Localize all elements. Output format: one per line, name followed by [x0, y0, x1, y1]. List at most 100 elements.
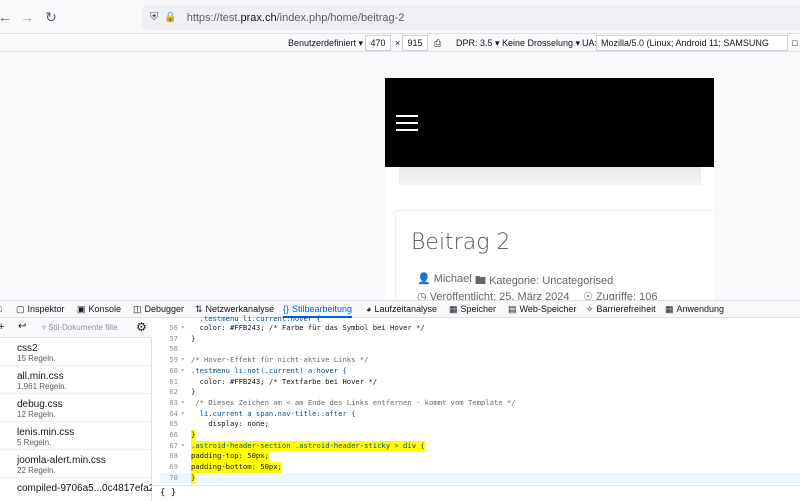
filter-placeholder: Stil-Dokumente filte: [48, 323, 118, 332]
sheet-rules: 5 Regeln.: [17, 438, 52, 447]
code-text: padding-top: 50px;: [191, 451, 269, 463]
line-number: 57: [169, 333, 178, 343]
code-line: 64 ▾ li.current a span.nav-title::after {: [160, 409, 800, 420]
filter-input[interactable]: ▿ Stil-Dokumente filte: [42, 323, 118, 332]
user-icon: 👤: [417, 273, 431, 285]
menu-icon[interactable]: [396, 115, 418, 131]
code-line: 63 ▾ /* Dieses Zeichen am < am Ende des L…: [160, 398, 800, 409]
fold-icon[interactable]: ▾: [181, 366, 185, 377]
code-text: /* Dieses Zeichen am < am Ende des Links…: [191, 397, 516, 407]
fold-icon[interactable]: ▾: [181, 355, 185, 366]
category: Kategorie: Uncategorised: [489, 275, 614, 287]
tab-inspector[interactable]: ▢ Inspektor: [16, 301, 65, 318]
url-path: /index.php/home/beitrag-2: [276, 11, 405, 24]
sheet-rules: 12 Regeln.: [17, 410, 56, 419]
sheet-rules: 1.961 Regeln.: [17, 382, 67, 391]
stylesheet-list: css2 15 Regeln. all.min.css 1.961 Regeln…: [0, 338, 152, 501]
code-text: }: [191, 472, 196, 484]
fold-icon[interactable]: ▾: [181, 409, 185, 420]
pick-element-icon[interactable]: □: [0, 301, 1, 318]
code-line: 57}: [160, 334, 800, 345]
reload-icon[interactable]: ↻: [40, 6, 62, 28]
code-editor[interactable]: .testmenu li.current:hover { 56 ▾ color: …: [160, 314, 800, 485]
width-input[interactable]: 470: [365, 35, 391, 51]
line-number: 62: [169, 387, 178, 397]
sheet-item[interactable]: all.min.css 1.961 Regeln.: [0, 368, 152, 394]
touch-icon[interactable]: □: [792, 36, 797, 50]
line-number: 58: [169, 344, 178, 354]
code-text: .astroid-header-section .astroid-header-…: [191, 440, 425, 452]
url-bar[interactable]: ⛨ 🔒 https://test.prax.ch/index.php/home/…: [142, 5, 800, 30]
code-text: color: #FFB243; /* Textfarbe bei Hover *…: [191, 376, 378, 386]
sidebar-toolbar: + ↩ ▿ Stil-Dokumente filte ⚙: [0, 318, 152, 338]
url-domain: prax.ch: [240, 11, 277, 24]
sheet-name: css2: [17, 343, 38, 354]
fold-icon[interactable]: ▾: [181, 398, 185, 409]
new-sheet-icon[interactable]: +: [0, 321, 4, 333]
shield-icon[interactable]: ⛨: [150, 11, 158, 24]
sheet-item[interactable]: lenis.min.css 5 Regeln.: [0, 424, 152, 450]
code-text: .testmenu li:not(.current) a:hover {: [191, 365, 347, 375]
ua-input[interactable]: Mozilla/5.0 (Linux; Android 11; SAMSUNG …: [596, 35, 788, 62]
line-number: 66: [169, 430, 178, 439]
sheet-item[interactable]: compiled-9706a5...0c4817efa2.css: [0, 480, 152, 501]
forward-icon[interactable]: →: [16, 6, 38, 28]
published-meta: ◷ Veröffentlicht: 25. März 2024: [417, 290, 570, 300]
tab-label: Inspektor: [27, 304, 65, 314]
sheet-rules: 15 Regeln.: [17, 354, 56, 363]
article-title: Beitrag 2: [411, 230, 511, 255]
console-icon: ▣: [77, 304, 86, 314]
line-number: 59: [169, 355, 178, 365]
hits-meta: ☉ Zugriffe: 106: [583, 290, 658, 300]
line-number: 67: [169, 440, 178, 450]
line-number: 65: [169, 419, 178, 429]
height-input[interactable]: 915: [402, 35, 428, 51]
sheet-item[interactable]: css2 15 Regeln.: [0, 340, 152, 366]
lock-icon[interactable]: 🔒: [164, 12, 176, 23]
sheet-item[interactable]: debug.css 12 Regeln.: [0, 396, 152, 422]
responsive-toolbar: Benutzerdefiniert ▾ 470 × 915 ⎙ DPR: 3.5…: [0, 34, 800, 62]
dpr-selector[interactable]: DPR: 3.5 ▾: [456, 36, 500, 50]
back-icon[interactable]: ←: [0, 6, 16, 28]
code-line: 60 ▾ .testmenu li:not(.current) a:hover {: [160, 366, 800, 377]
folder-icon: 🖿: [475, 275, 486, 287]
line-number: 63: [169, 397, 178, 407]
rotate-icon[interactable]: ⎙: [434, 36, 441, 50]
pretty-print-button[interactable]: { }: [152, 485, 800, 501]
device-viewport: Beitrag 2 👤 Michael 🖿 Kategorie: Uncateg…: [385, 78, 714, 300]
url-text: https://test.prax.ch/index.php/home/beit…: [187, 12, 405, 24]
tab-label: Stilbearbeitung: [292, 304, 353, 314]
hits: Zugriffe: 106: [595, 291, 658, 300]
device-selector[interactable]: Benutzerdefiniert ▾: [288, 36, 363, 50]
sheet-name: all.min.css: [17, 371, 64, 382]
code-line: 68 padding-top: 50px;: [160, 451, 800, 463]
tab-label: Netzwerkanalyse: [205, 304, 275, 314]
code-text: }: [191, 333, 196, 343]
code-text: /* Hover-Effekt für nicht-aktive Links *…: [191, 355, 369, 365]
site-header: [385, 78, 714, 167]
code-text: padding-bottom: 50px;: [191, 462, 282, 473]
sheet-name: lenis.min.css: [17, 427, 75, 438]
code-line-active: 70}: [160, 472, 800, 484]
sheet-item[interactable]: joomla-alert.min.css 22 Regeln.: [0, 452, 152, 478]
tab-label: Anwendung: [676, 304, 725, 314]
code-line: 62}: [160, 387, 800, 398]
code-line: 66}: [160, 430, 800, 441]
browser-toolbar: ← → ↻ ⛨ 🔒 https://test.prax.ch/index.php…: [0, 0, 800, 34]
line-number: 69: [169, 462, 178, 472]
fold-icon[interactable]: ▾: [181, 323, 185, 334]
code-text: }: [191, 387, 196, 397]
fold-icon[interactable]: ▾: [181, 441, 185, 452]
tab-console[interactable]: ▣ Konsole: [77, 301, 121, 318]
line-number: 61: [169, 376, 178, 386]
tab-label: Debugger: [144, 304, 185, 314]
tab-label: Konsole: [88, 304, 122, 314]
debugger-icon: ◫: [133, 304, 142, 314]
device-label: Benutzerdefiniert: [288, 38, 357, 48]
filter-icon: ▿: [42, 323, 47, 332]
throttle-selector[interactable]: Keine Drosselung ▾: [502, 36, 580, 50]
code-line: 61 color: #FFB243; /* Textfarbe bei Hove…: [160, 377, 800, 388]
sheet-name: joomla-alert.min.css: [17, 455, 106, 466]
settings-icon[interactable]: ⚙: [136, 320, 147, 334]
import-icon[interactable]: ↩: [18, 321, 26, 332]
